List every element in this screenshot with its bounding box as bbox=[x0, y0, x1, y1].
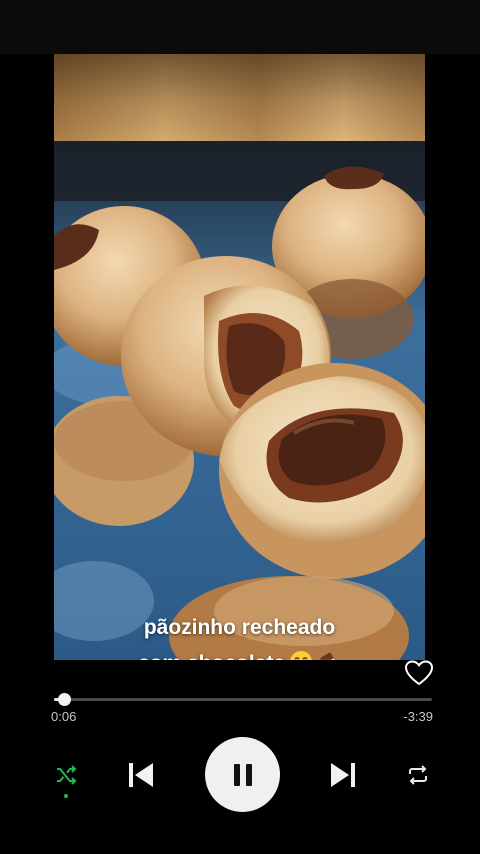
blurred-background-strip bbox=[54, 54, 425, 141]
play-pause-button[interactable] bbox=[205, 737, 280, 812]
previous-track-button[interactable] bbox=[124, 758, 158, 792]
chocolate-bar-emoji-icon bbox=[317, 650, 341, 660]
playback-progress-bar[interactable] bbox=[54, 693, 432, 706]
shuffle-icon bbox=[57, 765, 77, 785]
caption-line-2: com chocolate bbox=[54, 646, 425, 660]
repeat-icon bbox=[409, 765, 427, 785]
chocolate-bread-photo bbox=[54, 141, 425, 660]
video-caption: pãozinho recheado com chocolate bbox=[54, 610, 425, 660]
skip-previous-icon bbox=[129, 763, 153, 787]
caption-line-1: pãozinho recheado bbox=[143, 616, 336, 639]
remaining-time: -3:39 bbox=[403, 709, 433, 724]
pause-icon bbox=[233, 763, 252, 786]
shuffle-active-indicator bbox=[64, 794, 68, 798]
like-button[interactable] bbox=[404, 659, 434, 687]
status-bar bbox=[0, 0, 480, 54]
heart-outline-icon bbox=[404, 660, 434, 686]
yum-emoji-icon bbox=[289, 650, 313, 660]
caption-line-2-text: com chocolate bbox=[138, 652, 285, 660]
repeat-button[interactable] bbox=[404, 761, 432, 789]
video-canvas[interactable]: pãozinho recheado com chocolate bbox=[54, 54, 425, 660]
next-track-button[interactable] bbox=[326, 758, 360, 792]
progress-thumb[interactable] bbox=[58, 693, 72, 706]
skip-next-icon bbox=[331, 763, 355, 787]
elapsed-time: 0:06 bbox=[51, 709, 77, 724]
shuffle-button[interactable] bbox=[52, 761, 80, 789]
